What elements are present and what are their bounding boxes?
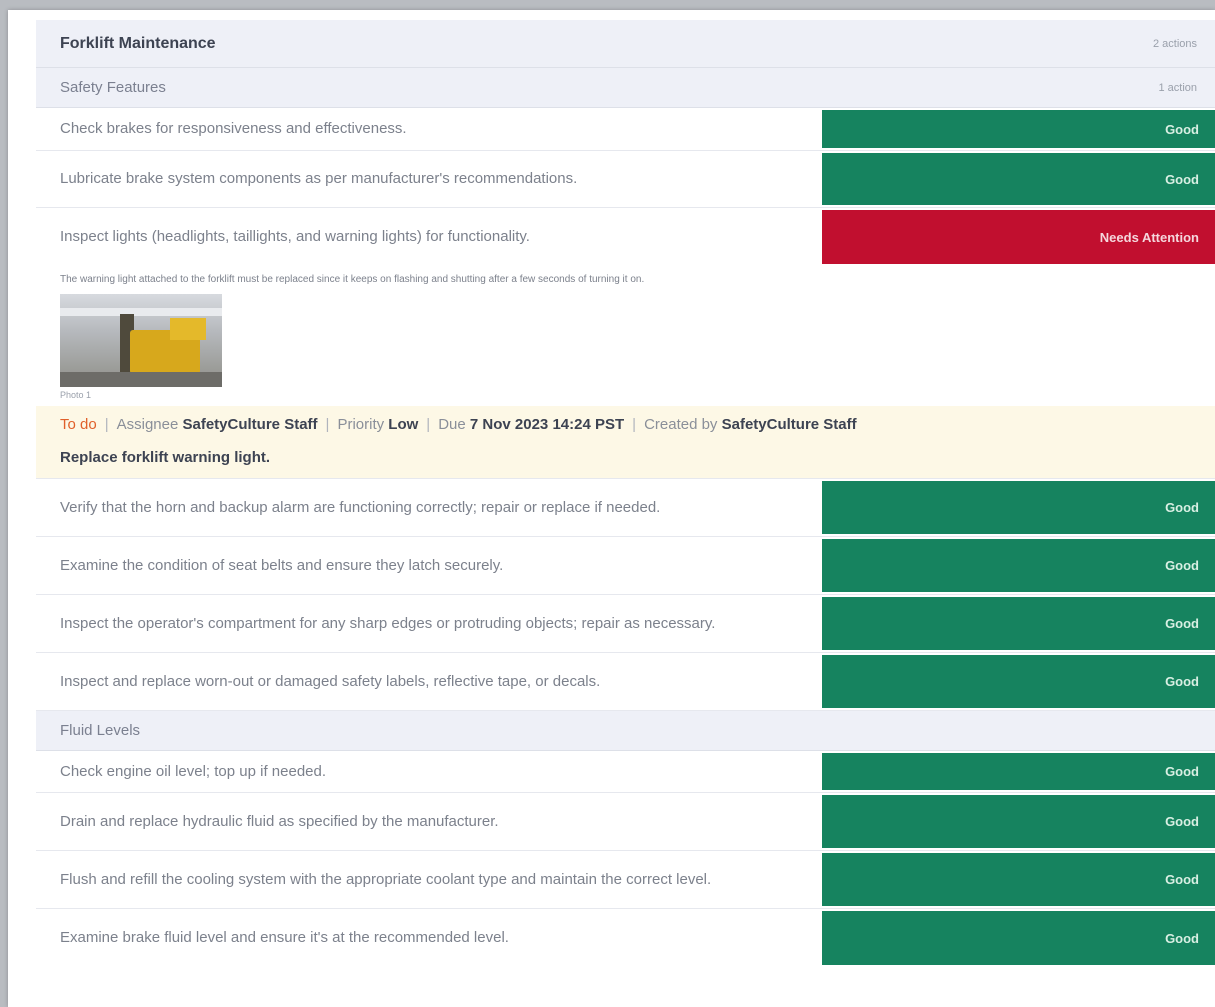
- question-row: Examine brake fluid level and ensure it'…: [36, 909, 1215, 967]
- subsection-header-safety-features[interactable]: Safety Features 1 action: [36, 68, 1215, 108]
- photo-ceiling-beam: [60, 308, 222, 316]
- created-by-label: Created by: [644, 416, 718, 433]
- question-text: Drain and replace hydraulic fluid as spe…: [60, 812, 499, 830]
- report-page: Forklift Maintenance 2 actions Safety Fe…: [8, 10, 1215, 1007]
- question-row: Check engine oil level; top up if needed…: [36, 751, 1215, 793]
- question-row: Flush and refill the cooling system with…: [36, 851, 1215, 909]
- action-status: To do: [60, 416, 97, 433]
- section-action-count: 2 actions: [1152, 37, 1197, 50]
- section-header[interactable]: Forklift Maintenance 2 actions: [36, 20, 1215, 68]
- response-good[interactable]: Good: [822, 597, 1215, 650]
- response-good[interactable]: Good: [822, 481, 1215, 534]
- question-text: Inspect lights (headlights, taillights, …: [60, 228, 530, 245]
- question-text: Inspect and replace worn-out or damaged …: [60, 672, 601, 690]
- question-row: Drain and replace hydraulic fluid as spe…: [36, 793, 1215, 851]
- subsection-title: Safety Features: [60, 79, 166, 96]
- question-row: Verify that the horn and backup alarm ar…: [36, 479, 1215, 537]
- assignee-value: SafetyCulture Staff: [182, 416, 318, 433]
- created-by-value: SafetyCulture Staff: [721, 416, 857, 433]
- priority-label: Priority: [337, 416, 385, 433]
- subsection-header-fluid-levels[interactable]: Fluid Levels: [36, 711, 1215, 751]
- question-row: Check brakes for responsiveness and effe…: [36, 108, 1215, 151]
- priority-value: Low: [388, 416, 419, 433]
- question-row: Inspect and replace worn-out or damaged …: [36, 653, 1215, 711]
- question-row: Inspect the operator's compartment for a…: [36, 595, 1215, 653]
- response-good[interactable]: Good: [822, 753, 1215, 790]
- subsection-title: Fluid Levels: [60, 722, 141, 739]
- response-good[interactable]: Good: [822, 911, 1215, 965]
- question-text: Flush and refill the cooling system with…: [60, 870, 712, 888]
- subsection-action-count: 1 action: [1158, 81, 1197, 94]
- due-label: Due: [438, 416, 466, 433]
- question-note: The warning light attached to the forkli…: [60, 274, 645, 285]
- forklift-photo[interactable]: [60, 294, 222, 387]
- question-text: Check engine oil level; top up if needed…: [60, 762, 327, 780]
- question-text: Lubricate brake system components as per…: [60, 170, 578, 187]
- question-text: Check brakes for responsiveness and effe…: [60, 120, 407, 137]
- response-good[interactable]: Good: [822, 539, 1215, 592]
- assignee-label: Assignee: [116, 416, 179, 433]
- question-text: Examine brake fluid level and ensure it'…: [60, 929, 509, 946]
- question-text: Examine the condition of seat belts and …: [60, 556, 504, 574]
- action-meta: To do | Assignee SafetyCulture Staff | Prior…: [60, 416, 857, 433]
- photo-floor: [60, 372, 222, 387]
- inspection-report: Forklift Maintenance 2 actions Safety Fe…: [36, 20, 1215, 967]
- photo-forklift-cab: [170, 318, 206, 340]
- question-row: Lubricate brake system components as per…: [36, 151, 1215, 208]
- response-good[interactable]: Good: [822, 153, 1215, 205]
- response-good[interactable]: Good: [822, 853, 1215, 906]
- photo-caption: Photo 1: [60, 390, 92, 400]
- question-row: Examine the condition of seat belts and …: [36, 537, 1215, 595]
- section-title: Forklift Maintenance: [60, 34, 216, 52]
- action-card[interactable]: To do | Assignee SafetyCulture Staff | Prior…: [36, 406, 1215, 479]
- action-title: Replace forklift warning light.: [60, 449, 271, 466]
- response-good[interactable]: Good: [822, 655, 1215, 708]
- question-text: Verify that the horn and backup alarm ar…: [60, 498, 661, 516]
- question-row: Inspect lights (headlights, taillights, …: [36, 208, 1215, 266]
- due-value: 7 Nov 2023 14:24 PST: [469, 416, 625, 433]
- question-text: Inspect the operator's compartment for a…: [60, 614, 716, 632]
- response-needs-attention[interactable]: Needs Attention: [822, 210, 1215, 264]
- response-good[interactable]: Good: [822, 795, 1215, 848]
- response-good[interactable]: Good: [822, 110, 1215, 148]
- photo-container: [36, 290, 1215, 387]
